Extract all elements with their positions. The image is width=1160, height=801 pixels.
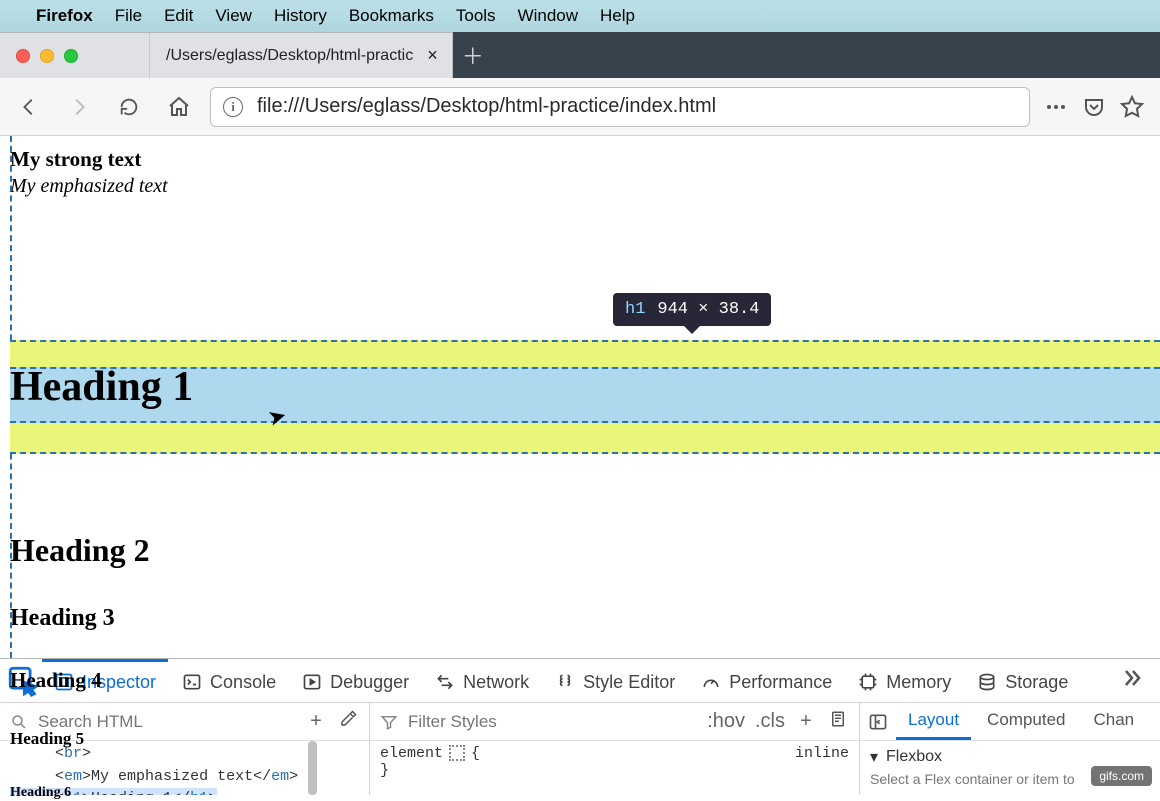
url-bar[interactable]: i (210, 87, 1030, 127)
toolbar-right (1042, 93, 1150, 121)
tab-bar: /Users/eglass/Desktop/html-practic × ＋ (0, 32, 1160, 78)
heading-1: Heading 1 (10, 360, 1160, 415)
inspector-dimension-tooltip: h1 944 × 38.4 (613, 293, 771, 326)
menu-edit[interactable]: Edit (164, 6, 193, 26)
browser-tab[interactable]: /Users/eglass/Desktop/html-practic × (150, 32, 453, 78)
page-content: My strong text My emphasized text (0, 136, 1160, 200)
pocket-icon[interactable] (1080, 93, 1108, 121)
menu-file[interactable]: File (115, 6, 142, 26)
emphasized-text: My emphasized text (10, 173, 1150, 200)
close-window-icon[interactable] (16, 49, 30, 63)
heading-5: Heading 5 (10, 729, 1160, 749)
page-viewport: My strong text My emphasized text h1 944… (0, 136, 1160, 658)
back-button[interactable] (10, 88, 48, 126)
reload-button[interactable] (110, 88, 148, 126)
menu-help[interactable]: Help (600, 6, 635, 26)
menu-view[interactable]: View (215, 6, 252, 26)
heading-2: Heading 2 (10, 532, 1160, 569)
tooltip-dimensions: 944 × 38.4 (657, 300, 759, 319)
new-tab-button[interactable]: ＋ (453, 32, 493, 78)
close-tab-icon[interactable]: × (427, 45, 438, 66)
zoom-window-icon[interactable] (64, 49, 78, 63)
forward-button[interactable] (60, 88, 98, 126)
minimize-window-icon[interactable] (40, 49, 54, 63)
menu-history[interactable]: History (274, 6, 327, 26)
heading-4: Heading 4 (10, 668, 1160, 693)
menu-bookmarks[interactable]: Bookmarks (349, 6, 434, 26)
headings-list: Heading 2 Heading 3 Heading 4 Heading 5 … (0, 532, 1160, 801)
margin-overlay-bottom (10, 423, 1160, 454)
page-actions-icon[interactable] (1042, 93, 1070, 121)
browser-toolbar: i (0, 78, 1160, 136)
guide-line (10, 452, 1160, 454)
guide-line (10, 421, 1160, 423)
guide-line (10, 340, 1160, 342)
url-input[interactable] (257, 95, 1017, 118)
macos-menubar: Firefox File Edit View History Bookmarks… (0, 0, 1160, 32)
menu-tools[interactable]: Tools (456, 6, 496, 26)
strong-text: My strong text (10, 146, 1150, 173)
site-info-icon[interactable]: i (223, 97, 243, 117)
heading-3: Heading 3 (10, 605, 1160, 632)
tooltip-tag: h1 (625, 300, 645, 319)
watermark: gifs.com (1091, 766, 1152, 786)
window-controls (0, 32, 150, 78)
tab-title: /Users/eglass/Desktop/html-practic (166, 47, 413, 65)
bookmark-star-icon[interactable] (1118, 93, 1146, 121)
app-name[interactable]: Firefox (36, 6, 93, 26)
heading-6: Heading 6 (10, 785, 1160, 801)
home-button[interactable] (160, 88, 198, 126)
menu-window[interactable]: Window (518, 6, 578, 26)
